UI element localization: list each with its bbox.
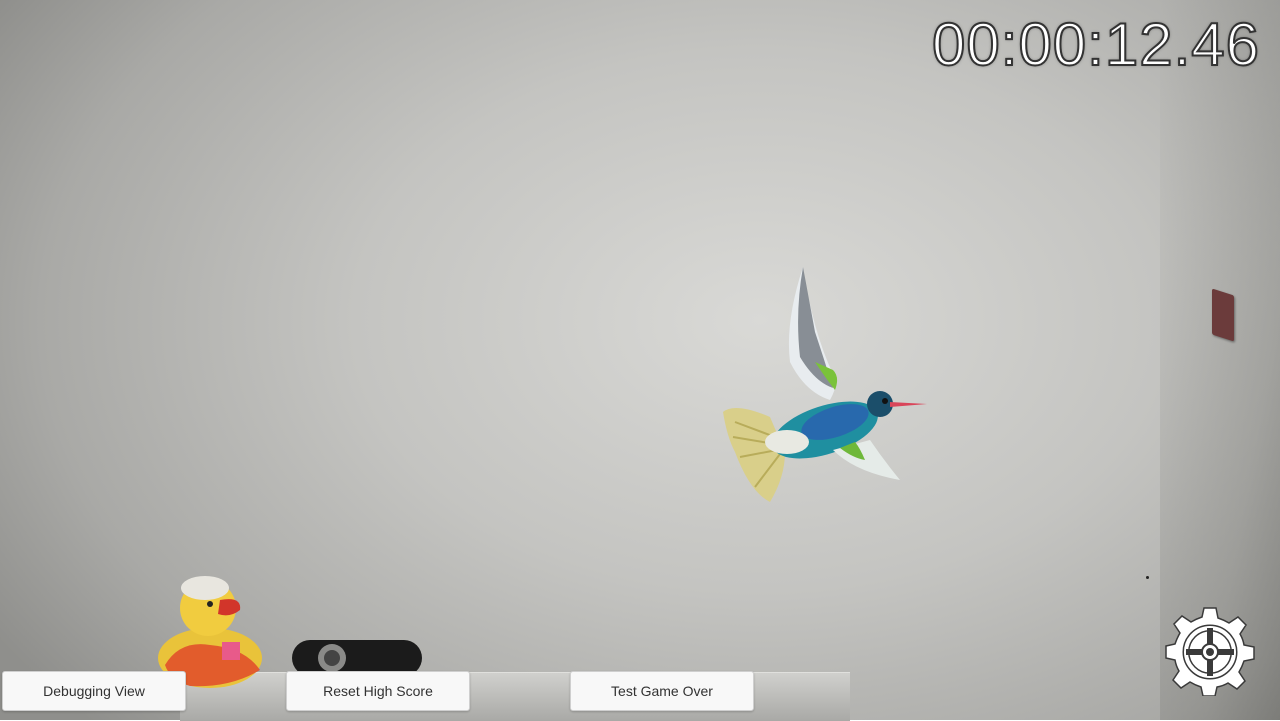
hummingbird-character (723, 267, 927, 502)
elapsed-timer: 00:00:12.46 (931, 10, 1260, 79)
reset-high-score-button[interactable]: Reset High Score (286, 671, 470, 711)
wall-mark (1146, 576, 1149, 579)
test-game-over-button[interactable]: Test Game Over (570, 671, 754, 711)
gear-icon[interactable] (1164, 604, 1256, 696)
debugging-view-button[interactable]: Debugging View (2, 671, 186, 711)
wall-outlet (1212, 288, 1234, 342)
camera-background: 00:00:12.46 Debugging View Reset High Sc… (0, 0, 1280, 721)
